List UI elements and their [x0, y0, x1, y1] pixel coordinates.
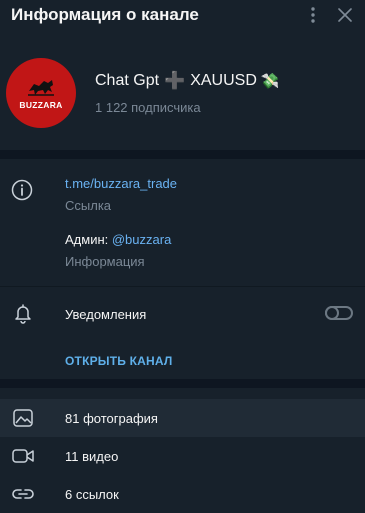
- page-title: Информация о канале: [11, 5, 199, 24]
- more-vertical-icon[interactable]: [303, 5, 323, 25]
- open-channel-button[interactable]: ОТКРЫТЬ КАНАЛ: [65, 354, 173, 368]
- admin-prefix: Админ:: [65, 232, 112, 247]
- channel-info: Chat Gpt ➕ XAUUSD 💸 1 122 подписчика: [95, 71, 280, 115]
- info-section: t.me/buzzara_trade Ссылка Админ: @buzzar…: [0, 159, 365, 379]
- title-bar: Информация о канале: [0, 0, 365, 30]
- media-label-photos: 81 фотография: [65, 410, 158, 426]
- section-separator: [0, 379, 365, 388]
- section-separator: [0, 150, 365, 159]
- photo-icon: [12, 407, 34, 429]
- media-label-videos: 11 видео: [65, 448, 119, 464]
- bull-logo-icon: [28, 79, 54, 96]
- link-icon: [12, 483, 34, 505]
- video-icon: [12, 445, 34, 467]
- close-icon[interactable]: [335, 5, 355, 25]
- media-row-videos[interactable]: 11 видео: [0, 437, 365, 475]
- link-caption: Ссылка: [65, 198, 112, 213]
- subscriber-count: 1 122 подписчика: [95, 100, 201, 115]
- toggle-knob: [325, 306, 339, 320]
- media-label-links: 6 ссылок: [65, 486, 119, 502]
- notifications-label: Уведомления: [65, 307, 147, 322]
- channel-link[interactable]: t.me/buzzara_trade: [65, 176, 177, 191]
- avatar[interactable]: BUZZARA: [6, 58, 76, 128]
- channel-profile: BUZZARA Chat Gpt ➕ XAUUSD 💸 1 122 подпис…: [0, 30, 365, 130]
- avatar-label: BUZZARA: [19, 99, 63, 110]
- channel-name-part1: Chat Gpt: [95, 72, 160, 89]
- admin-caption: Информация: [65, 254, 145, 269]
- media-row-photos[interactable]: 81 фотография: [0, 399, 365, 437]
- notifications-row[interactable]: Уведомления: [0, 296, 365, 332]
- money-emoji: 💸: [260, 73, 280, 90]
- media-row-links[interactable]: 6 ссылок: [0, 475, 365, 513]
- divider: [0, 286, 365, 287]
- plus-emoji: ➕: [164, 71, 186, 90]
- channel-name: Chat Gpt ➕ XAUUSD 💸: [95, 71, 280, 91]
- notifications-toggle[interactable]: [325, 306, 353, 320]
- media-section: 81 фотография 11 видео 6 ссылок: [0, 388, 365, 513]
- channel-name-part2: XAUUSD: [190, 72, 257, 89]
- admin-info: Админ: @buzzara: [65, 232, 171, 247]
- admin-mention-link[interactable]: @buzzara: [112, 232, 171, 247]
- info-icon: [11, 179, 33, 201]
- bell-icon: [12, 302, 34, 324]
